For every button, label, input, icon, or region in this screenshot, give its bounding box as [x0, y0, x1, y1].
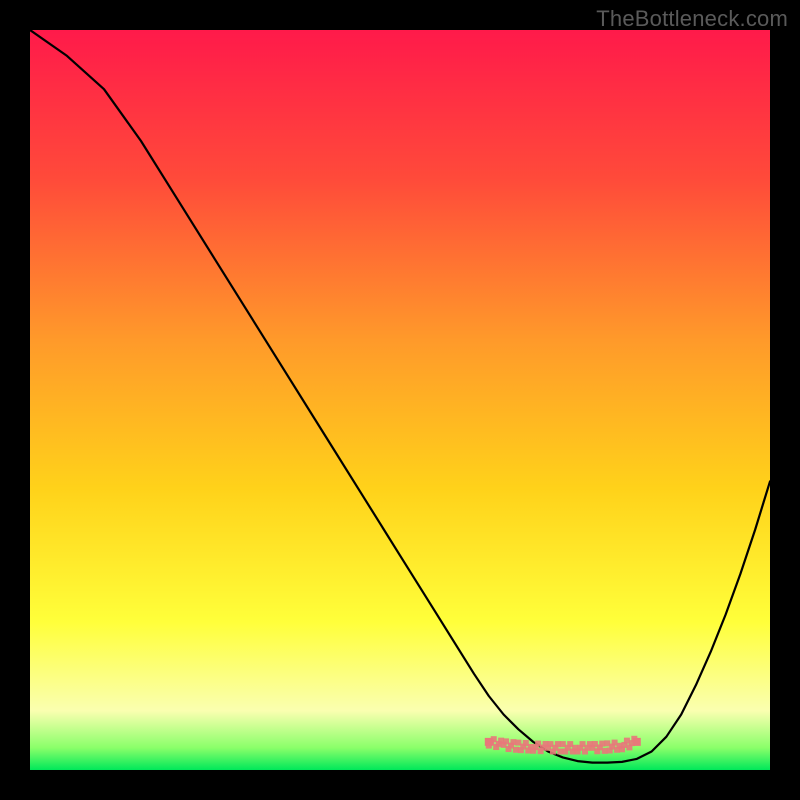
chart-container: TheBottleneck.com	[0, 0, 800, 800]
watermark-text: TheBottleneck.com	[596, 6, 788, 32]
plot-area	[30, 30, 770, 770]
chart-svg	[30, 30, 770, 770]
